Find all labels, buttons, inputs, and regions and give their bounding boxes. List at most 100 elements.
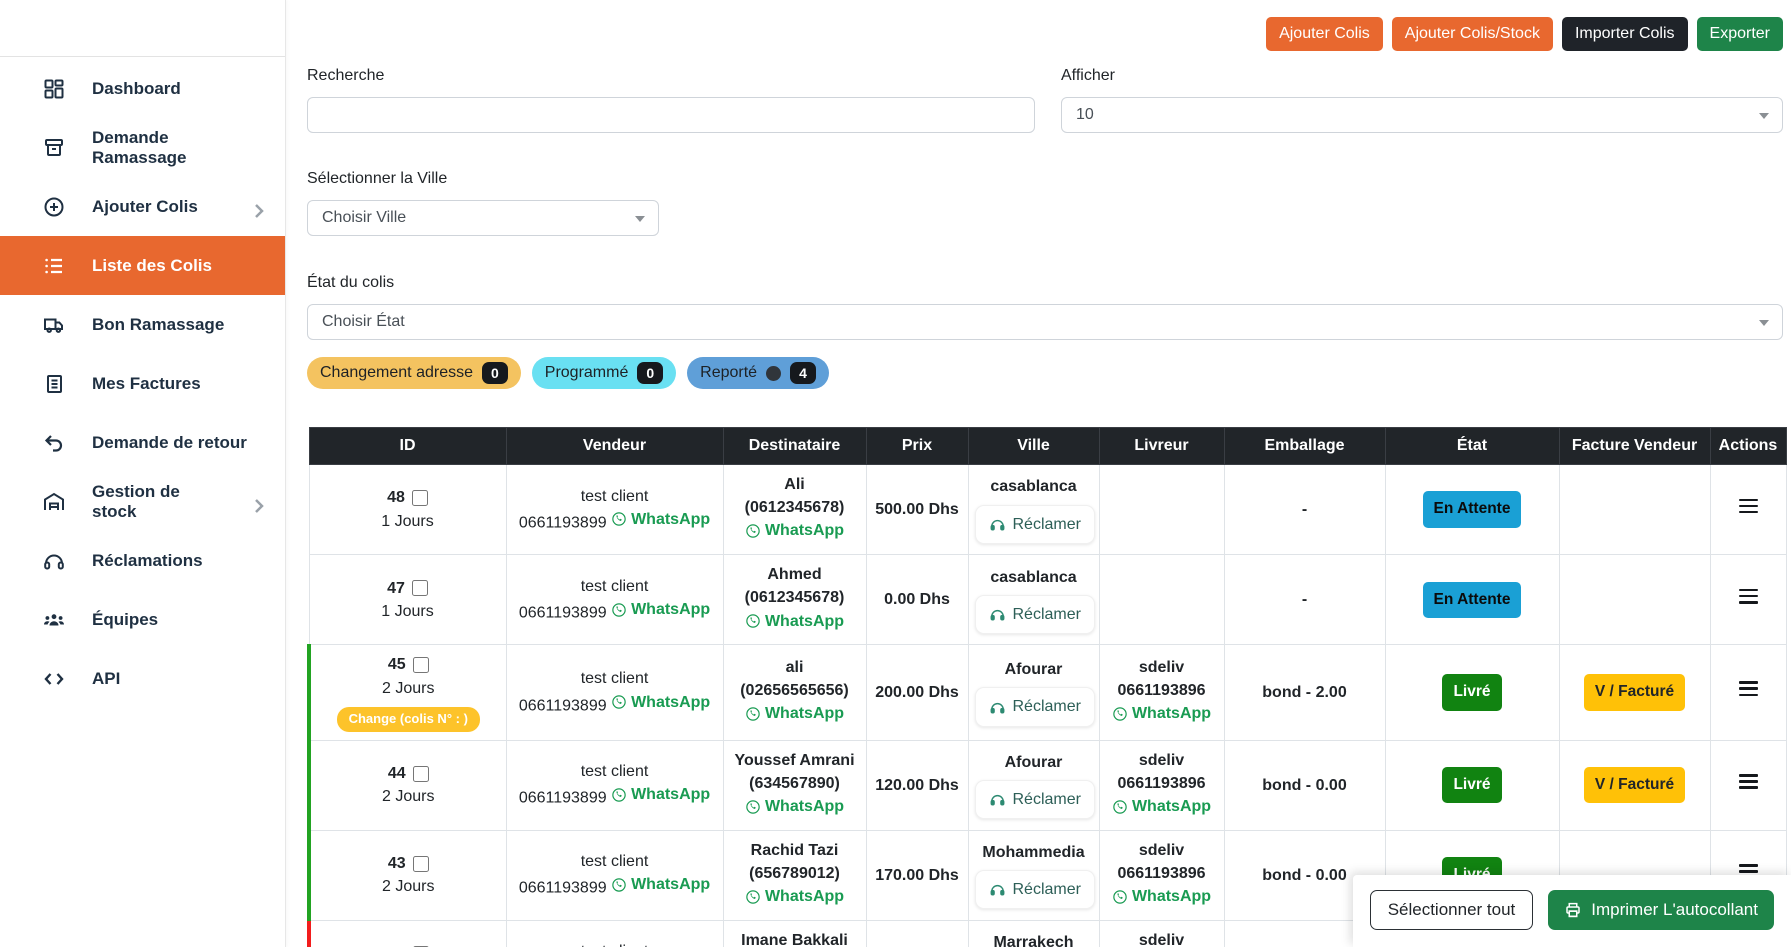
sidebar-item-ajouter-colis[interactable]: Ajouter Colis xyxy=(0,177,285,236)
importer-colis-button[interactable]: Importer Colis xyxy=(1562,17,1688,51)
invoice-icon xyxy=(42,372,66,396)
header-id: ID xyxy=(309,428,506,465)
ajouter-colis-button[interactable]: Ajouter Colis xyxy=(1266,17,1383,51)
pill-changement-adresse[interactable]: Changement adresse 0 xyxy=(307,357,521,389)
sidebar-item-demande-de-retour[interactable]: Demande de retour xyxy=(0,413,285,472)
show-select[interactable]: 10 xyxy=(1061,97,1783,133)
vendor-phone: 0661193899 xyxy=(519,697,607,714)
table-row: 44 2 Jours test client 0661193899 WhatsA… xyxy=(309,740,1786,830)
whatsapp-link[interactable]: WhatsApp xyxy=(611,783,710,806)
courier-name: sdeliv xyxy=(1106,656,1218,679)
search-input[interactable] xyxy=(307,97,1035,133)
select-all-button[interactable]: Sélectionner tout xyxy=(1370,890,1534,930)
sidebar-item-label: Dashboard xyxy=(92,79,181,99)
colis-id: 44 xyxy=(388,762,406,785)
headset-icon xyxy=(989,606,1006,623)
print-sticker-button[interactable]: Imprimer L'autocollant xyxy=(1548,890,1774,930)
row-checkbox[interactable] xyxy=(412,580,428,596)
reclamer-button[interactable]: Réclamer xyxy=(975,595,1095,634)
chevron-right-icon xyxy=(247,494,263,510)
whatsapp-link[interactable]: WhatsApp xyxy=(1112,795,1211,818)
row-checkbox[interactable] xyxy=(413,657,429,673)
whatsapp-icon xyxy=(1112,799,1128,815)
whatsapp-link[interactable]: WhatsApp xyxy=(745,885,844,908)
sidebar-item-label: Réclamations xyxy=(92,551,203,571)
sidebar-item-dashboard[interactable]: Dashboard xyxy=(0,59,285,118)
state-select[interactable]: Choisir État xyxy=(307,304,1783,340)
whatsapp-link[interactable]: WhatsApp xyxy=(611,508,710,531)
courier-name: sdeliv xyxy=(1106,749,1218,772)
sidebar-item-bon-ramassage[interactable]: Bon Ramassage xyxy=(0,295,285,354)
whatsapp-icon xyxy=(745,706,761,722)
row-actions-menu-icon[interactable] xyxy=(1739,771,1758,793)
sidebar-item-api[interactable]: API xyxy=(0,649,285,708)
whatsapp-icon xyxy=(745,889,761,905)
pill-programme[interactable]: Programmé 0 xyxy=(532,357,676,389)
pill-reporte[interactable]: Reporté 4 xyxy=(687,357,829,389)
whatsapp-icon xyxy=(611,787,627,803)
whatsapp-link[interactable]: WhatsApp xyxy=(611,598,710,621)
colis-id: 42 xyxy=(388,942,406,947)
selection-toolbar: Sélectionner tout Imprimer L'autocollant xyxy=(1353,875,1791,947)
row-actions-menu-icon[interactable] xyxy=(1739,495,1758,517)
invoice-cell xyxy=(1559,465,1710,555)
colis-age: 1 Jours xyxy=(316,510,500,533)
whatsapp-link[interactable]: WhatsApp xyxy=(1112,885,1211,908)
archive-box-icon xyxy=(42,136,66,160)
dest-phone: (656789012) xyxy=(730,862,860,885)
sidebar-menu: Dashboard Demande Ramassage Ajouter Coli… xyxy=(0,57,285,708)
courier-phone: 0661193896 xyxy=(1106,862,1218,885)
whatsapp-link[interactable]: WhatsApp xyxy=(611,691,710,714)
whatsapp-link[interactable]: WhatsApp xyxy=(1112,702,1211,725)
whatsapp-link[interactable]: WhatsApp xyxy=(745,610,844,633)
dest-phone: (0612345678) xyxy=(730,586,860,609)
sidebar-item-equipes[interactable]: Équipes xyxy=(0,590,285,649)
sidebar-item-mes-factures[interactable]: Mes Factures xyxy=(0,354,285,413)
row-checkbox[interactable] xyxy=(413,766,429,782)
pill-label: Changement adresse xyxy=(320,364,473,382)
city: Afourar xyxy=(975,658,1093,681)
header-ville: Ville xyxy=(968,428,1099,465)
courier-cell xyxy=(1099,465,1224,555)
sidebar-item-reclamations[interactable]: Réclamations xyxy=(0,531,285,590)
invoice-cell xyxy=(1559,555,1710,645)
status-badge: En Attente xyxy=(1423,491,1522,527)
reclamer-button[interactable]: Réclamer xyxy=(975,505,1095,544)
row-checkbox[interactable] xyxy=(413,856,429,872)
row-actions-menu-icon[interactable] xyxy=(1739,585,1758,607)
header-emballage: Emballage xyxy=(1224,428,1385,465)
whatsapp-link[interactable]: WhatsApp xyxy=(611,873,710,896)
colis-age: 1 Jours xyxy=(316,600,500,623)
sidebar-item-gestion-de-stock[interactable]: Gestion de stock xyxy=(0,472,285,531)
content-area: Recherche Afficher 10 Sélectionner la Vi… xyxy=(287,0,1791,947)
truck-icon xyxy=(42,313,66,337)
sidebar-item-liste-des-colis[interactable]: Liste des Colis xyxy=(0,236,285,295)
colis-id: 45 xyxy=(388,653,406,676)
sidebar-item-label: Gestion de stock xyxy=(92,482,221,522)
reclamer-button[interactable]: Réclamer xyxy=(975,687,1095,726)
exporter-button[interactable]: Exporter xyxy=(1697,17,1783,51)
main-content: Ajouter Colis Ajouter Colis/Stock Import… xyxy=(287,0,1791,947)
list-icon xyxy=(42,254,66,278)
state-select-value: Choisir État xyxy=(322,313,405,331)
pill-count-badge: 4 xyxy=(790,362,816,384)
whatsapp-link[interactable]: WhatsApp xyxy=(745,519,844,542)
row-checkbox[interactable] xyxy=(412,490,428,506)
dot-icon xyxy=(766,366,781,381)
whatsapp-link[interactable]: WhatsApp xyxy=(745,795,844,818)
whatsapp-link[interactable]: WhatsApp xyxy=(745,702,844,725)
whatsapp-icon xyxy=(745,799,761,815)
headset-icon xyxy=(42,549,66,573)
ajouter-colis-stock-button[interactable]: Ajouter Colis/Stock xyxy=(1392,17,1553,51)
dest-name: Imane Bakkali xyxy=(730,929,860,947)
pill-label: Reporté xyxy=(700,364,757,382)
reclamer-button[interactable]: Réclamer xyxy=(975,780,1095,819)
reclamer-button[interactable]: Réclamer xyxy=(975,870,1095,909)
city-select[interactable]: Choisir Ville xyxy=(307,200,659,236)
dest-phone: (0612345678) xyxy=(730,496,860,519)
city: Mohammedia xyxy=(975,841,1093,864)
dest-phone: (02656565656) xyxy=(730,679,860,702)
row-actions-menu-icon[interactable] xyxy=(1739,678,1758,700)
printer-icon xyxy=(1564,901,1582,919)
sidebar-item-demande-ramassage[interactable]: Demande Ramassage xyxy=(0,118,285,177)
